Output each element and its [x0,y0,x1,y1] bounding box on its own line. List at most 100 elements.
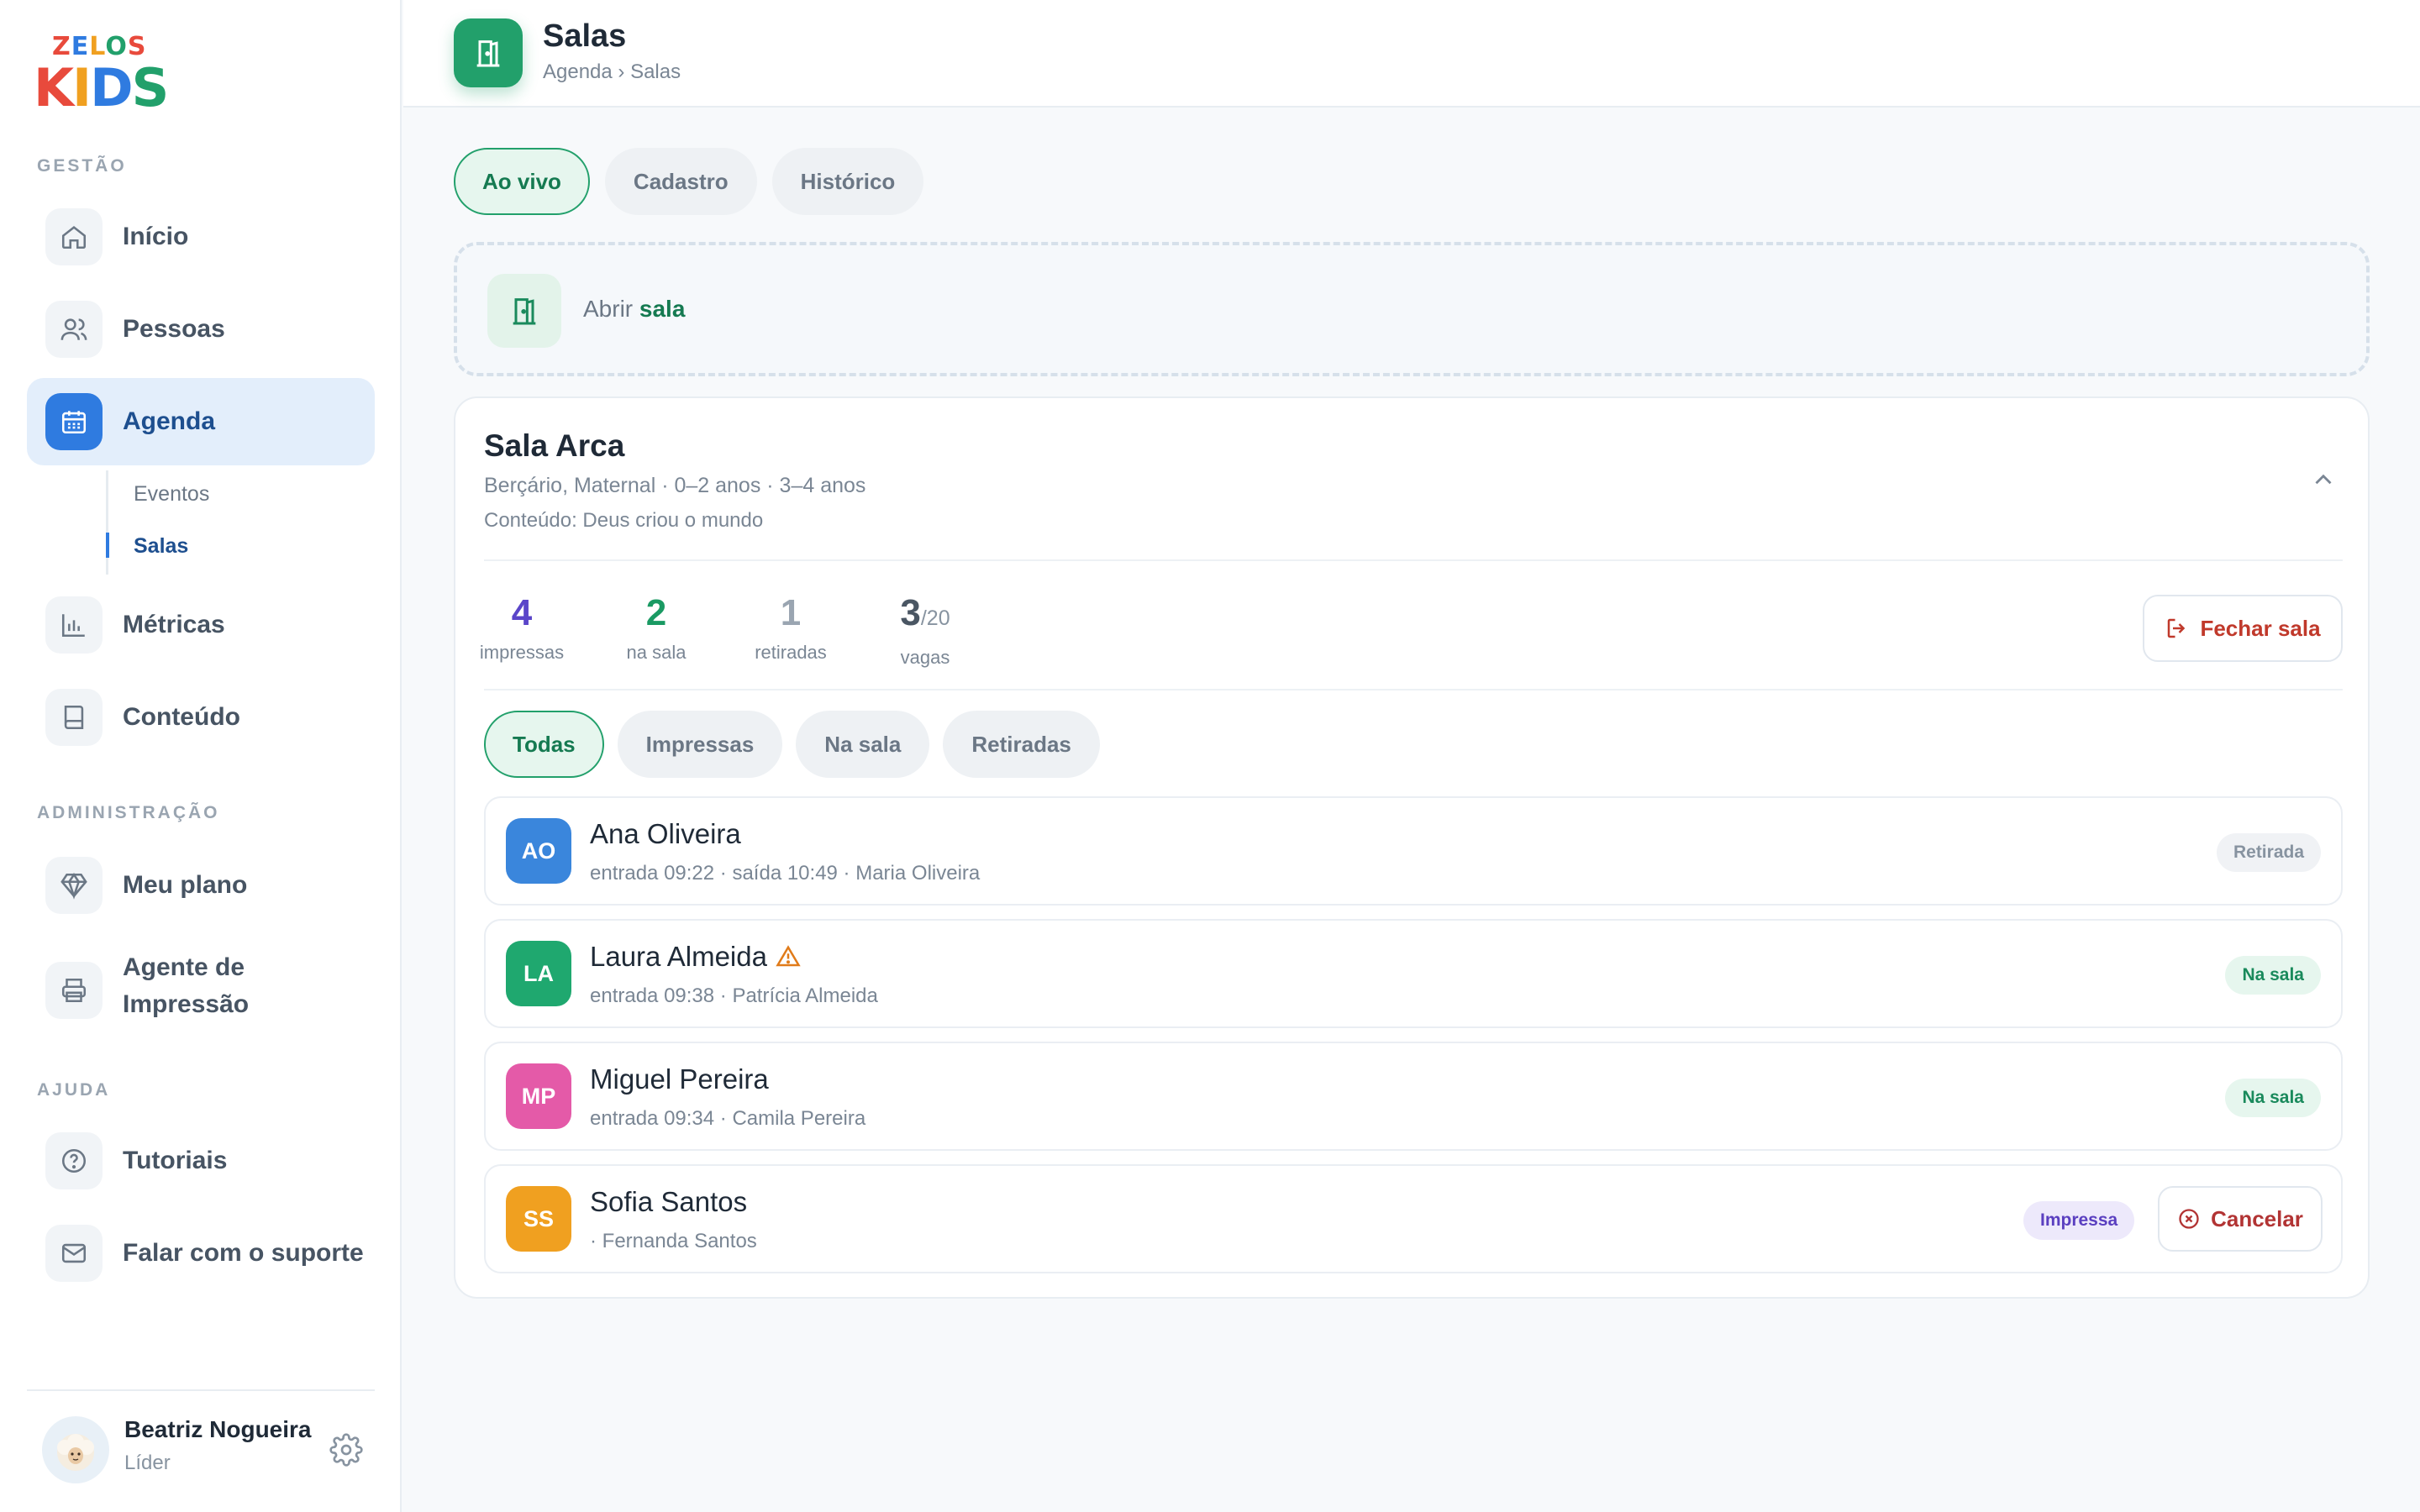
tab-historico[interactable]: Histórico [771,148,924,215]
sidebar-label-agente-line2: Impressão [123,990,250,1018]
child-initials: MP [506,1063,571,1129]
stat-na-sala-label: na sala [626,642,687,663]
tab-ao-vivo[interactable]: Ao vivo [454,148,590,215]
warning-icon [776,945,801,967]
list-item[interactable]: AO Ana Oliveira entrada 09:22 · saída 10… [484,796,2343,906]
stat-na-sala: 2 na sala [602,588,711,664]
child-initials: LA [506,941,571,1006]
sidebar-item-suporte[interactable]: Falar com o suporte [27,1210,375,1297]
stat-retiradas: 1 retiradas [736,588,845,664]
open-room-highlight: sala [639,296,686,322]
user-role: Líder [124,1452,171,1474]
section-label-gestao: GESTÃO [37,156,127,176]
section-label-ajuda: AJUDA [37,1080,111,1100]
list-item[interactable]: SS Sofia Santos · Fernanda Santos Impres… [484,1164,2343,1273]
stat-retiradas-label: retiradas [755,642,827,663]
child-name-text: Laura Almeida [590,941,767,972]
diamond-icon [45,857,103,914]
filter-retiradas[interactable]: Retiradas [943,711,1100,778]
door-icon [487,274,561,348]
sidebar-item-tutoriais[interactable]: Tutoriais [27,1117,375,1205]
chevron-up-icon[interactable] [2309,465,2338,494]
stat-vagas-count: 3 [900,592,921,633]
cancel-label: Cancelar [2211,1205,2303,1231]
sidebar-label-pessoas: Pessoas [123,315,225,343]
page-title: Salas [543,18,627,54]
child-name: Miguel Pereira [590,1063,769,1095]
zelos-kids-logo[interactable]: ZELOS KIDS [34,32,169,118]
close-room-button[interactable]: Fechar sala [2143,595,2343,662]
section-label-administracao: ADMINISTRAÇÃO [37,803,220,822]
avatar[interactable] [42,1416,109,1483]
list-item[interactable]: MP Miguel Pereira entrada 09:34 · Camila… [484,1042,2343,1151]
tab-cadastro[interactable]: Cadastro [604,148,757,215]
room-card: Sala Arca Berçário, Maternal · 0–2 anos … [454,396,2370,1299]
list-item[interactable]: LA Laura Almeida entrada 09:38 · Patríci… [484,919,2343,1028]
book-icon [45,689,103,746]
bar-chart-icon [45,596,103,654]
open-room-label: Abrir sala [583,296,685,323]
sidebar-label-conteudo: Conteúdo [123,703,240,731]
child-name: Laura Almeida [590,941,801,973]
status-badge: Na sala [2225,1079,2321,1117]
sidebar-label-meu-plano: Meu plano [123,871,248,899]
view-tabs: Ao vivo Cadastro Histórico [454,148,924,215]
close-room-label: Fechar sala [2200,615,2321,641]
page-header: Salas Agenda › Salas [403,0,2420,108]
sidebar-item-conteudo[interactable]: Conteúdo [27,674,375,761]
sidebar-label-agenda: Agenda [123,407,216,435]
child-detail: entrada 09:38 · Patrícia Almeida [590,984,878,1007]
sidebar-label-inicio: Início [123,223,189,250]
sheep-avatar-icon [57,1434,94,1471]
breadcrumb[interactable]: Agenda › Salas [543,60,681,84]
room-title: Sala Arca [484,428,625,463]
subnav-item-salas[interactable]: Salas [134,534,188,559]
sidebar-label-agente-line1: Agente de [123,953,245,981]
child-name-text: Miguel Pereira [590,1063,769,1095]
room-subtitle: Berçário, Maternal · 0–2 anos · 3–4 anos [484,474,866,497]
filter-todas[interactable]: Todas [484,711,604,778]
logout-icon [2168,618,2186,638]
sidebar-item-agenda[interactable]: Agenda [27,378,375,465]
open-room-prefix: Abrir [583,296,634,322]
mail-icon [45,1225,103,1282]
divider [484,559,2343,561]
filter-impressas[interactable]: Impressas [617,711,783,778]
subnav-active-marker [106,533,109,558]
open-room-button[interactable]: Abrir sala [454,242,2370,376]
sidebar-label-suporte: Falar com o suporte [123,1239,364,1267]
sidebar-item-inicio[interactable]: Início [27,193,375,281]
home-icon [45,208,103,265]
stat-vagas-total: /20 [920,606,950,630]
room-content: Conteúdo: Deus criou o mundo [484,509,764,532]
gear-icon[interactable] [329,1433,363,1467]
calendar-icon [45,393,103,450]
stat-vagas: 3/20 vagas [871,588,980,669]
status-filters: Todas Impressas Na sala Retiradas [484,711,1100,778]
door-icon [454,18,523,87]
child-detail: · Fernanda Santos [590,1230,757,1252]
help-circle-icon [45,1132,103,1189]
sidebar-item-pessoas[interactable]: Pessoas [27,286,375,373]
printer-icon [45,962,103,1019]
sidebar-item-meu-plano[interactable]: Meu plano [27,842,375,929]
child-detail: entrada 09:22 · saída 10:49 · Maria Oliv… [590,862,981,885]
child-name: Ana Oliveira [590,818,741,850]
status-badge: Retirada [2216,833,2321,872]
stat-impressas-label: impressas [479,642,565,663]
user-profile: Beatriz Nogueira Líder [27,1389,375,1499]
agenda-subnav: Eventos Salas [106,470,358,575]
stat-vagas-value: 3/20 [871,588,980,643]
close-circle-icon [2179,1209,2199,1229]
filter-na-sala[interactable]: Na sala [796,711,930,778]
user-name: Beatriz Nogueira [124,1416,312,1442]
child-name: Sofia Santos [590,1186,747,1218]
sidebar-item-metricas[interactable]: Métricas [27,581,375,669]
stat-impressas-value: 4 [511,592,533,633]
cancel-button[interactable]: Cancelar [2158,1186,2323,1252]
divider [484,689,2343,690]
subnav-item-eventos[interactable]: Eventos [134,482,209,507]
sidebar-label-agente-impressao: Agente de Impressão [123,949,249,1023]
status-badge: Na sala [2225,956,2321,995]
sidebar-item-agente-impressao[interactable]: Agente de Impressão [27,944,375,1037]
